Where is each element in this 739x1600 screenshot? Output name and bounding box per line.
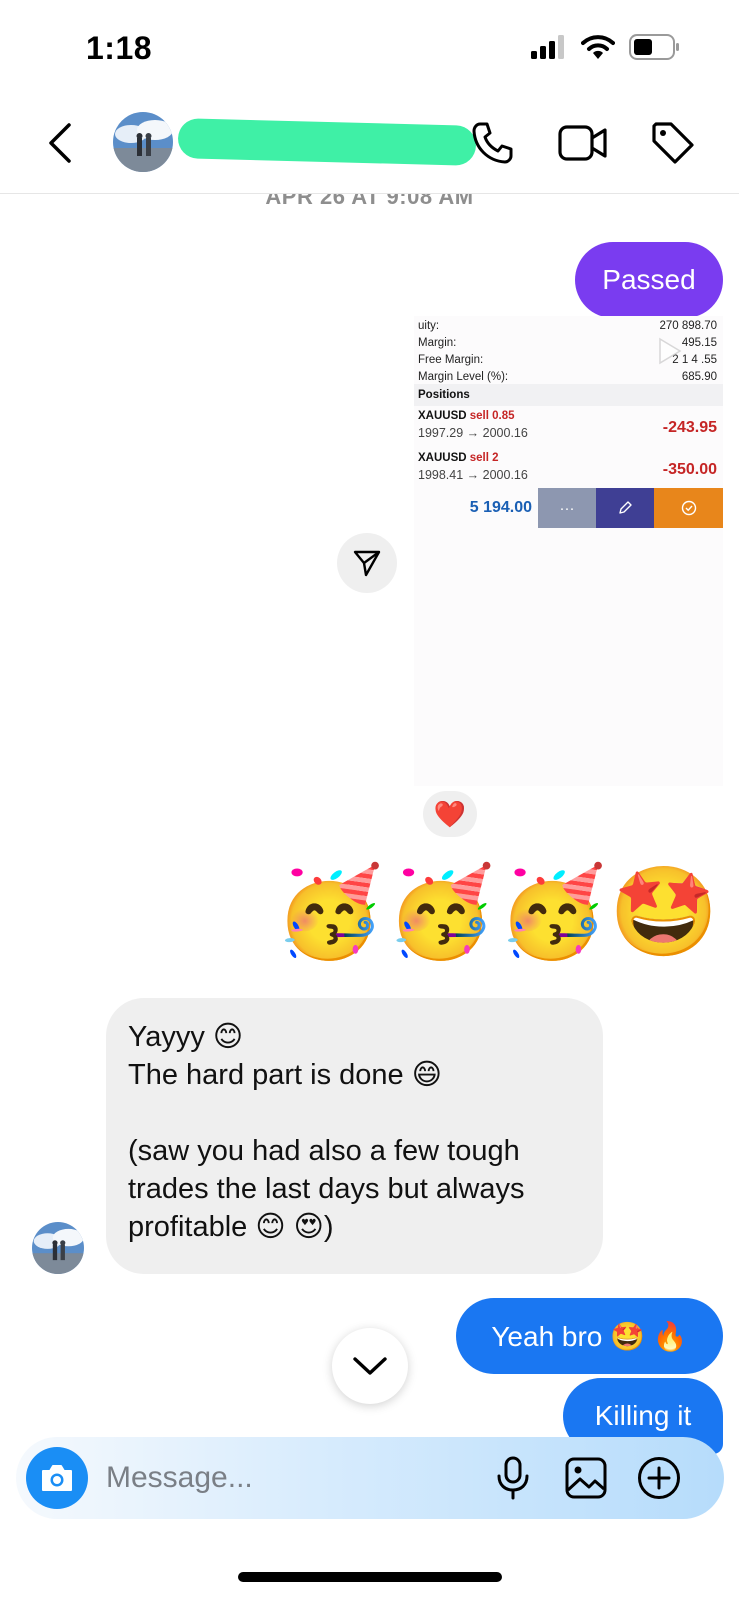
home-indicator[interactable] xyxy=(238,1572,502,1582)
scroll-to-bottom-button[interactable] xyxy=(332,1328,408,1404)
avatar-photo xyxy=(32,1222,84,1274)
position-symbol: XAUUSD xyxy=(418,410,467,422)
position-row: XAUUSD sell 0.85 1997.29 → 2000.16 -243.… xyxy=(418,410,717,450)
pencil-icon xyxy=(619,501,632,514)
message-input[interactable] xyxy=(106,1457,466,1499)
confirm-action xyxy=(654,488,723,528)
battery-icon xyxy=(629,34,679,60)
image-icon xyxy=(565,1457,607,1499)
message-bubble-outgoing[interactable]: Yeah bro 🤩 🔥 xyxy=(456,1298,723,1374)
name-redaction-mark xyxy=(177,118,477,166)
camera-button[interactable] xyxy=(26,1447,88,1509)
total-value: 5 194.00 xyxy=(469,499,532,516)
avatar-photo xyxy=(113,112,173,172)
position-profit-loss: -350.00 xyxy=(662,461,717,478)
message-line: profitable 😊 😍) xyxy=(128,1211,334,1243)
message-line: Yayyy 😊 xyxy=(128,1021,244,1053)
account-row: Margin Level (%): 685.90 xyxy=(418,371,717,383)
message-line: trades the last days but always xyxy=(128,1173,525,1205)
video-call-button[interactable] xyxy=(556,116,610,170)
audio-call-button[interactable] xyxy=(466,116,520,170)
account-row: uity: 270 898.70 xyxy=(418,320,717,332)
heart-reaction[interactable]: ❤️ xyxy=(423,791,477,837)
check-circle-icon xyxy=(681,500,696,516)
position-profit-loss: -243.95 xyxy=(662,419,717,436)
positions-heading: Positions xyxy=(414,384,723,406)
chat-header: k xyxy=(0,100,739,194)
chevron-down-icon xyxy=(353,1357,387,1375)
message-line xyxy=(128,1094,581,1132)
microphone-icon xyxy=(497,1456,529,1500)
more-action: ··· xyxy=(538,488,596,528)
video-camera-icon xyxy=(558,125,607,161)
message-bubble-outgoing[interactable]: Passed xyxy=(575,242,723,318)
image-attachment[interactable]: uity: 270 898.70 Margin: 495.15 Free Mar… xyxy=(414,316,723,786)
message-composer xyxy=(16,1437,724,1519)
message-line: The hard part is done 😄 xyxy=(128,1059,442,1091)
camera-icon xyxy=(42,1465,72,1491)
phone-icon xyxy=(472,122,513,164)
back-button[interactable] xyxy=(40,118,80,168)
message-line: (saw you had also a few tough xyxy=(128,1135,520,1167)
status-bar: 1:18 xyxy=(0,0,739,96)
voice-message-button[interactable] xyxy=(488,1453,538,1503)
share-button[interactable] xyxy=(337,533,397,593)
position-symbol: XAUUSD xyxy=(418,452,467,464)
position-row: XAUUSD sell 2 1998.41 → 2000.16 -350.00 xyxy=(418,452,717,492)
send-icon xyxy=(353,550,381,577)
contact-avatar[interactable] xyxy=(113,112,173,172)
cellular-signal-icon xyxy=(531,35,564,59)
message-bubble-incoming[interactable]: Yayyy 😊 The hard part is done 😄 (saw you… xyxy=(106,998,603,1274)
position-side: sell 2 xyxy=(469,452,499,464)
gallery-button[interactable] xyxy=(561,1453,611,1503)
emoji-message[interactable]: 🥳🥳🥳🤩 xyxy=(275,862,721,962)
tag-button[interactable] xyxy=(646,116,700,170)
add-content-button[interactable] xyxy=(634,1453,684,1503)
wifi-icon xyxy=(581,35,615,59)
position-side: sell 0.85 xyxy=(469,410,515,422)
edit-action xyxy=(596,488,654,528)
tag-icon xyxy=(652,122,694,164)
play-icon xyxy=(659,337,682,365)
plus-circle-icon xyxy=(638,1457,680,1499)
sender-avatar[interactable] xyxy=(32,1222,84,1274)
status-time: 1:18 xyxy=(86,30,153,66)
chevron-left-icon xyxy=(49,123,71,163)
status-icons xyxy=(531,34,681,60)
